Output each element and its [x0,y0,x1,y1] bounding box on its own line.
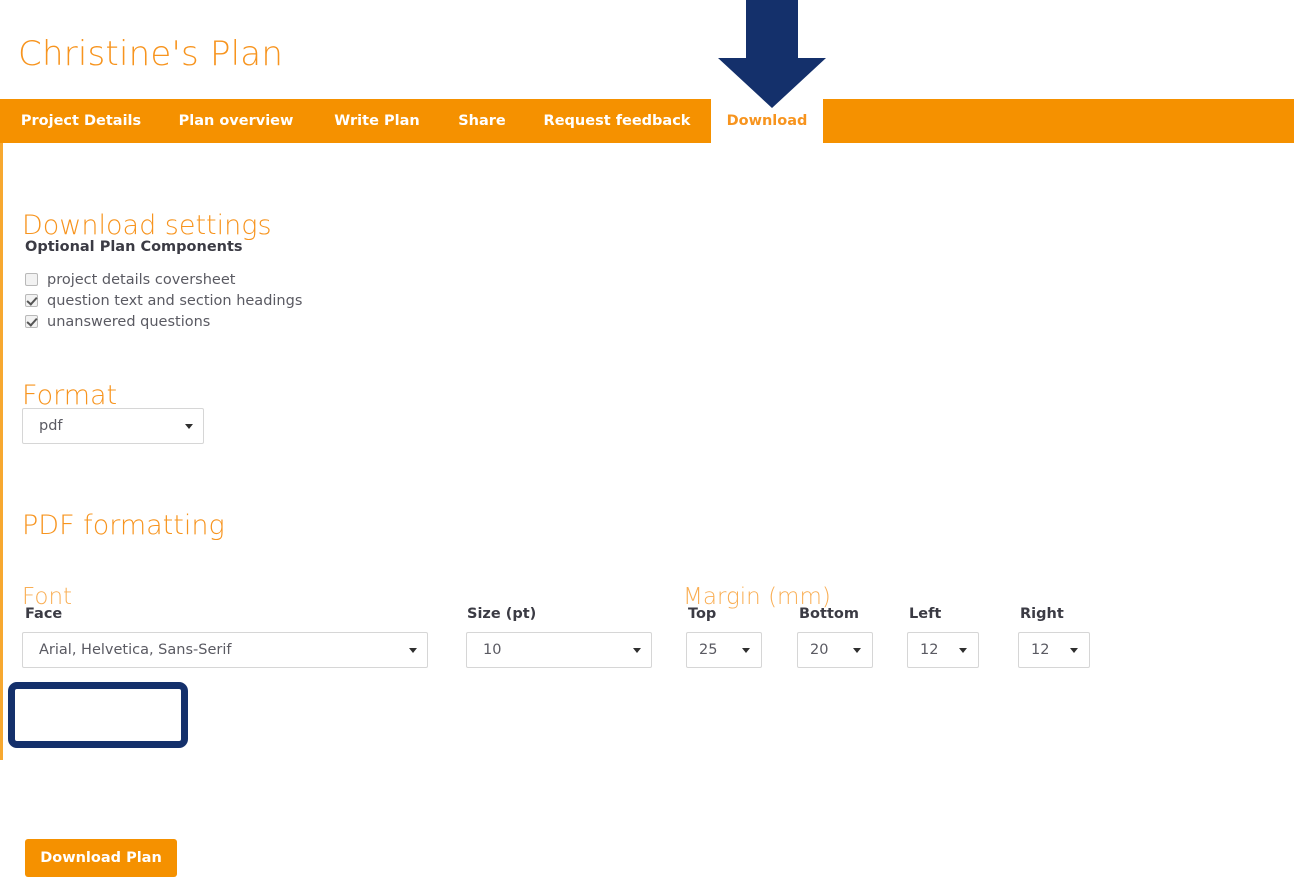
chevron-down-icon [633,648,641,653]
margin-bottom-value: 20 [810,642,828,658]
checkbox-checked-icon[interactable] [25,294,38,307]
tab-plan-overview[interactable]: Plan overview [165,99,307,143]
download-plan-button[interactable]: Download Plan [25,839,177,877]
component-checkbox-label: project details coversheet [47,272,235,288]
size-select-value: 10 [483,642,501,658]
format-select[interactable]: pdf [22,408,204,444]
margin-right-label: Right [1020,606,1064,622]
margin-left-select[interactable]: 12 [907,632,979,668]
tab-project-details[interactable]: Project Details [13,99,149,143]
chevron-down-icon [185,424,193,429]
margin-top-value: 25 [699,642,717,658]
margin-right-value: 12 [1031,642,1049,658]
tab-share[interactable]: Share [443,99,521,143]
pdf-formatting-heading: PDF formatting [22,510,225,541]
margin-top-label: Top [688,606,716,622]
face-label: Face [25,606,62,622]
margin-bottom-select[interactable]: 20 [797,632,873,668]
size-select[interactable]: 10 [466,632,652,668]
tab-bar: Project Details Plan overview Write PlanSh… [0,99,1294,143]
chevron-down-icon [742,648,750,653]
optional-plan-components-label: Optional Plan Components [25,239,243,255]
down-arrow-annotation [716,0,828,110]
checkbox-checked-icon[interactable] [25,315,38,328]
component-checkbox-row[interactable]: question text and section headings [25,290,302,311]
margin-bottom-label: Bottom [799,606,859,622]
download-settings-panel: Download settings Optional Plan Componen… [0,143,1294,760]
format-select-value: pdf [39,418,63,434]
component-checkbox-label: question text and section headings [47,293,302,309]
chevron-down-icon [959,648,967,653]
component-checkbox-row[interactable]: unanswered questions [25,311,210,332]
chevron-down-icon [853,648,861,653]
chevron-down-icon [1070,648,1078,653]
margin-right-select[interactable]: 12 [1018,632,1090,668]
margin-left-value: 12 [920,642,938,658]
face-select[interactable]: Arial, Helvetica, Sans-Serif [22,632,428,668]
margin-top-select[interactable]: 25 [686,632,762,668]
page-title: Christine's Plan [18,34,283,74]
component-checkbox-row[interactable]: project details coversheet [25,269,235,290]
face-select-value: Arial, Helvetica, Sans-Serif [39,642,231,658]
chevron-down-icon [409,648,417,653]
download-settings-heading: Download settings [22,210,272,241]
tab-write-plan[interactable]: Write Plan [321,99,433,143]
checkbox-unchecked-icon[interactable] [25,273,38,286]
component-checkbox-label: unanswered questions [47,314,210,330]
margin-left-label: Left [909,606,941,622]
arrow-shape [718,0,826,108]
tab-request-feedback[interactable]: Request feedback [527,99,707,143]
size-label: Size (pt) [467,606,536,622]
tab-download[interactable]: Download [711,99,823,143]
format-heading: Format [22,380,117,411]
